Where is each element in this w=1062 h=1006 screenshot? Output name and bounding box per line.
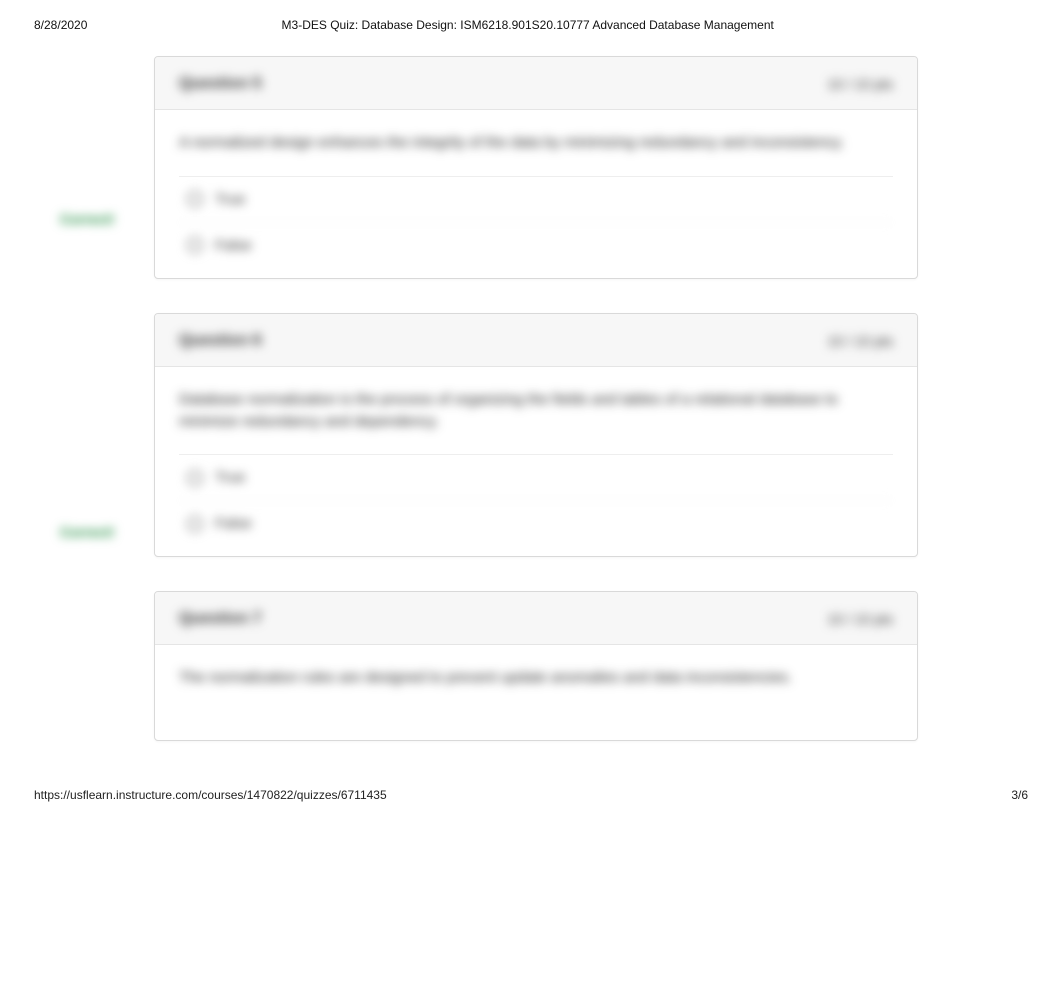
question-card: Question 6 10 / 10 pts Database normaliz… (154, 313, 918, 558)
question-body: The normalization rules are designed to … (155, 645, 917, 721)
question-header: Question 5 10 / 10 pts (155, 57, 917, 110)
answer-row[interactable]: True (179, 177, 893, 222)
print-header: 8/28/2020 M3-DES Quiz: Database Design: … (0, 0, 1062, 38)
question-points: 10 / 10 pts (828, 333, 893, 349)
question-title: Question 6 (179, 332, 262, 350)
question-title: Question 5 (179, 75, 262, 93)
print-title: M3-DES Quiz: Database Design: ISM6218.90… (282, 18, 774, 32)
answer-label: True (215, 191, 245, 208)
question-header: Question 7 10 / 10 pts (155, 592, 917, 645)
print-header-spacer (968, 18, 1028, 32)
question-text: A normalized design enhances the integri… (179, 132, 893, 154)
answer-block: True False (179, 454, 893, 546)
question-card: Question 7 10 / 10 pts The normalization… (154, 591, 918, 741)
radio-icon (187, 470, 203, 486)
question-header: Question 6 10 / 10 pts (155, 314, 917, 367)
question-text: Database normalization is the process of… (179, 389, 893, 433)
answer-label: True (215, 469, 245, 486)
correct-badge: Correct! (60, 211, 114, 227)
answer-row[interactable]: False (179, 500, 893, 546)
question-title: Question 7 (179, 610, 262, 628)
footer-page-number: 3/6 (1011, 788, 1028, 802)
question-text: The normalization rules are designed to … (179, 667, 893, 689)
radio-icon (187, 516, 203, 532)
correct-badge: Correct! (60, 524, 114, 540)
print-footer: https://usflearn.instructure.com/courses… (34, 788, 1028, 802)
footer-url: https://usflearn.instructure.com/courses… (34, 788, 387, 802)
answer-label: False (215, 515, 252, 532)
content-area: Correct! Question 5 10 / 10 pts A normal… (0, 56, 1062, 741)
print-title-wrap: M3-DES Quiz: Database Design: ISM6218.90… (87, 18, 968, 32)
answer-block: True False (179, 176, 893, 268)
print-date: 8/28/2020 (34, 18, 87, 32)
answer-label: False (215, 237, 252, 254)
radio-icon (187, 191, 203, 207)
answer-row[interactable]: True (179, 455, 893, 500)
question-body: Database normalization is the process of… (155, 367, 917, 557)
question-card: Question 5 10 / 10 pts A normalized desi… (154, 56, 918, 279)
radio-icon (187, 237, 203, 253)
question-points: 10 / 10 pts (828, 76, 893, 92)
answer-row[interactable]: False (179, 222, 893, 268)
question-points: 10 / 10 pts (828, 611, 893, 627)
question-body: A normalized design enhances the integri… (155, 110, 917, 278)
